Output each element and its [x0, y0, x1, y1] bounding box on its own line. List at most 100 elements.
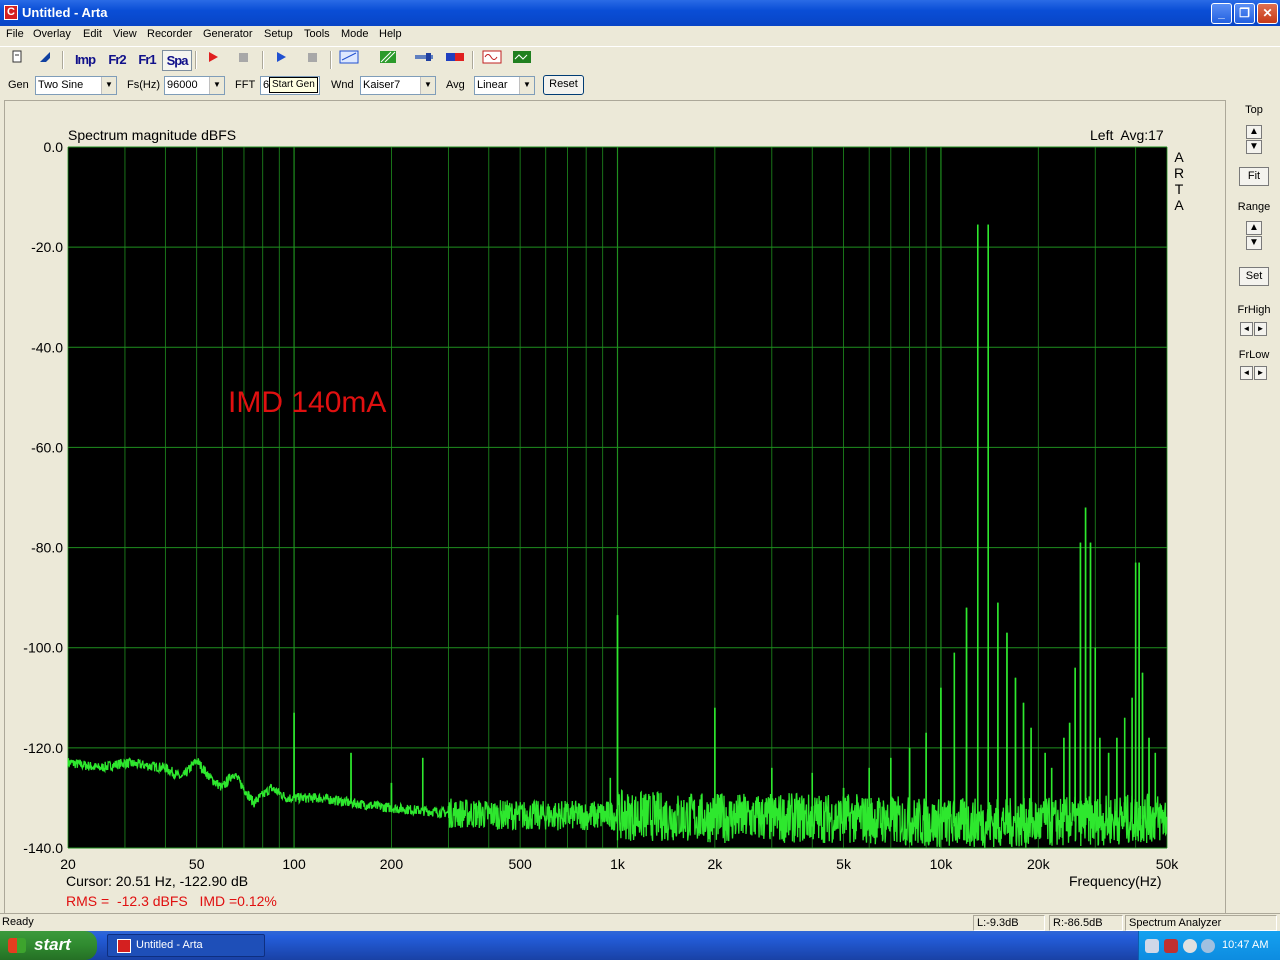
stop-gen-button[interactable] — [300, 50, 323, 71]
mode-fr1-button[interactable]: Fr1 — [132, 50, 162, 71]
scope-icon — [512, 51, 531, 63]
new-file-icon — [12, 50, 21, 63]
fs-label: Fs(Hz) — [127, 79, 160, 91]
network-icon[interactable] — [1145, 939, 1159, 953]
frlow-left-button[interactable]: ◄ — [1240, 366, 1253, 380]
chevron-down-icon: ▼ — [519, 77, 534, 94]
top-down-button[interactable]: ▼ — [1246, 140, 1262, 154]
x-tick-label: 500 — [508, 856, 532, 872]
wnd-select[interactable]: Kaiser7 ▼ — [360, 76, 436, 95]
menu-mode[interactable]: Mode — [341, 28, 369, 40]
spectrum-chart[interactable]: 0.0 -20.0 -40.0 -60.0 -80.0 -100.0 -120.0 -140.… — [5, 101, 1227, 915]
menu-help[interactable]: Help — [379, 28, 402, 40]
x-tick-label: 10k — [930, 856, 954, 872]
arta-watermark: ARTA — [1173, 149, 1185, 213]
menu-bar: File Overlay Edit View Recorder Generato… — [0, 26, 1280, 45]
cursor-readout: Cursor: 20.51 Hz, -122.90 dB — [66, 873, 249, 889]
frhigh-right-button[interactable]: ► — [1254, 322, 1267, 336]
arrow-diagonal-icon — [39, 52, 50, 62]
sine-wave-icon — [482, 50, 501, 64]
hatch-button[interactable] — [376, 50, 399, 71]
status-bar: Ready L:-9.3dB R:-86.5dB Spectrum Analyz… — [0, 913, 1280, 931]
arta-app-icon — [117, 939, 131, 953]
spectrum-plot-frame: 0.0 -20.0 -40.0 -60.0 -80.0 -100.0 -120.0 -140.… — [4, 100, 1226, 914]
status-left-level: L:-9.3dB — [973, 915, 1045, 931]
start-button[interactable]: start — [0, 931, 97, 960]
avg-select[interactable]: Linear ▼ — [474, 76, 535, 95]
fs-select-value: 96000 — [167, 79, 198, 91]
start-gen-button[interactable] — [269, 50, 292, 71]
wnd-select-value: Kaiser7 — [363, 79, 401, 91]
fit-button[interactable]: Fit — [1239, 167, 1269, 186]
slider-icon — [414, 53, 433, 61]
start-label: start — [34, 935, 71, 954]
chevron-down-icon: ▼ — [420, 77, 435, 94]
menu-generator[interactable]: Generator — [203, 28, 253, 40]
menu-recorder[interactable]: Recorder — [147, 28, 192, 40]
taskbar-item-arta[interactable]: Untitled - Arta — [107, 934, 265, 957]
chevron-down-icon: ▼ — [209, 77, 224, 94]
levels-icon — [445, 53, 464, 61]
y-tick-label: 0.0 — [44, 139, 64, 155]
menu-edit[interactable]: Edit — [83, 28, 102, 40]
x-tick-label: 5k — [836, 856, 852, 872]
window-title: Untitled - Arta — [22, 5, 108, 20]
channel-info: Left Avg:17 — [1090, 127, 1164, 143]
record-start-button[interactable] — [201, 50, 224, 71]
gen-select-value: Two Sine — [38, 79, 84, 91]
sine-button[interactable] — [480, 50, 503, 71]
security-shield-icon[interactable] — [1183, 939, 1197, 953]
y-axis-ticks: 0.0 -20.0 -40.0 -60.0 -80.0 -100.0 -120.0 -140.… — [23, 139, 63, 856]
reset-button[interactable]: Reset — [543, 75, 584, 95]
menu-view[interactable]: View — [113, 28, 137, 40]
windows-logo-icon — [8, 938, 26, 953]
x-tick-label: 20k — [1027, 856, 1051, 872]
x-tick-label: 200 — [380, 856, 404, 872]
range-up-button[interactable]: ▲ — [1246, 221, 1262, 235]
y-tick-label: -100.0 — [23, 640, 63, 656]
frhigh-left-button[interactable]: ◄ — [1240, 322, 1253, 336]
record-stop-button[interactable] — [231, 50, 254, 71]
x-tick-label: 100 — [282, 856, 306, 872]
open-file-button[interactable] — [33, 50, 56, 71]
maximize-button[interactable]: ❐ — [1234, 3, 1255, 24]
y-tick-label: -20.0 — [31, 239, 63, 255]
menu-overlay[interactable]: Overlay — [33, 28, 71, 40]
y-tick-label: -40.0 — [31, 339, 63, 355]
slider-button[interactable] — [412, 50, 435, 71]
levels-button[interactable] — [443, 50, 466, 71]
new-file-button[interactable] — [5, 50, 28, 71]
fs-select[interactable]: 96000 ▼ — [164, 76, 225, 95]
volume-icon[interactable] — [1164, 939, 1178, 953]
stop-gray-icon — [238, 53, 248, 62]
range-label: Range — [1237, 201, 1271, 213]
chevron-down-icon: ▼ — [101, 77, 116, 94]
close-button[interactable]: ✕ — [1257, 3, 1278, 24]
menu-tools[interactable]: Tools — [304, 28, 330, 40]
hatch-icon — [379, 51, 396, 63]
sync-icon[interactable] — [1201, 939, 1215, 953]
rms-imd-readout: RMS = -12.3 dBFS IMD =0.12% — [66, 893, 277, 909]
mode-fr2-button[interactable]: Fr2 — [102, 50, 132, 71]
menu-file[interactable]: File — [6, 28, 24, 40]
taskbar-item-label: Untitled - Arta — [136, 939, 203, 951]
minimize-button[interactable]: _ — [1211, 3, 1232, 24]
menu-setup[interactable]: Setup — [264, 28, 293, 40]
range-down-button[interactable]: ▼ — [1246, 236, 1262, 250]
scope-button[interactable] — [510, 50, 533, 71]
mode-imp-button[interactable]: Imp — [70, 50, 100, 71]
set-button[interactable]: Set — [1239, 267, 1269, 286]
system-tray: 10:47 AM — [1138, 931, 1280, 960]
status-ready: Ready — [2, 916, 34, 928]
frhigh-label: FrHigh — [1237, 304, 1271, 316]
gen-select[interactable]: Two Sine ▼ — [35, 76, 117, 95]
avg-label: Avg — [446, 79, 465, 91]
mode-spa-button[interactable]: Spa — [162, 50, 192, 71]
taskbar: start Untitled - Arta 10:47 AM — [0, 931, 1280, 960]
toolbar-separator — [195, 51, 197, 69]
plot-title: Spectrum magnitude dBFS — [68, 127, 237, 143]
abc-button[interactable] — [337, 50, 360, 71]
top-up-button[interactable]: ▲ — [1246, 125, 1262, 139]
x-axis-ticks: 20 50 100 200 500 1k 2k 5k 10k 20k 50k — [60, 856, 1179, 872]
frlow-right-button[interactable]: ► — [1254, 366, 1267, 380]
